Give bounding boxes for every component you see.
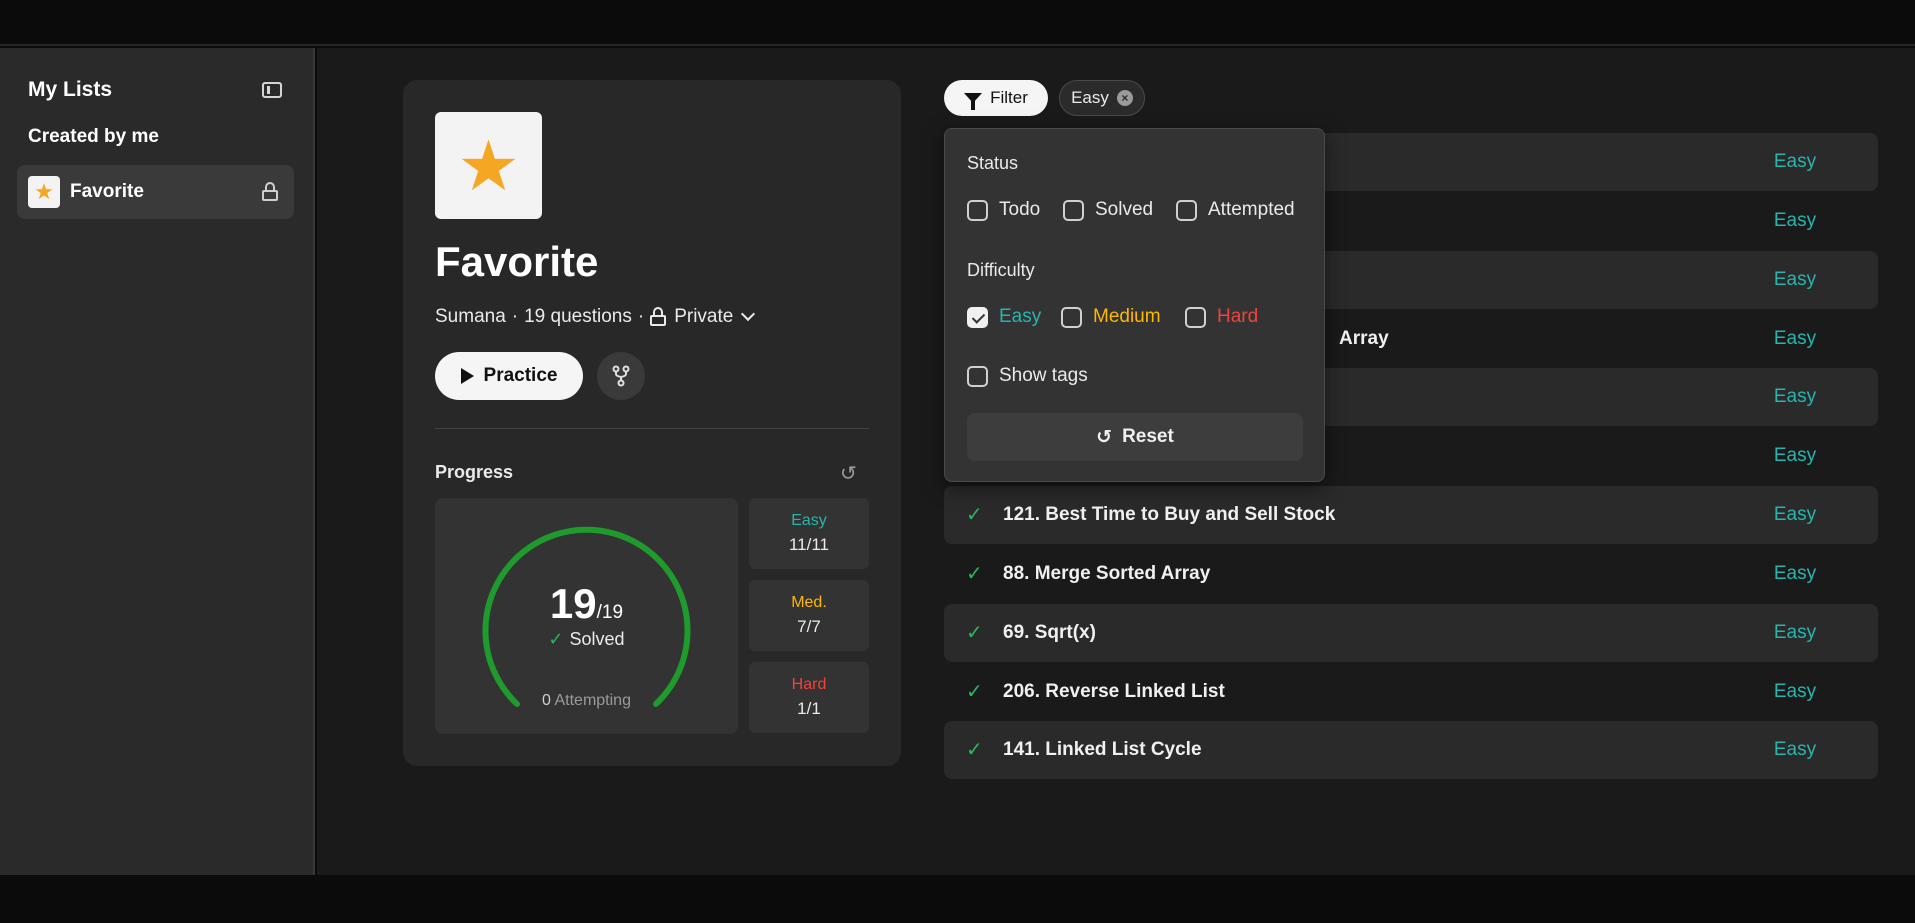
star-icon: ★ [28,176,60,208]
list-title: Favorite [435,238,599,285]
check-icon: ✓ [548,629,564,649]
solved-number: 19 [549,580,597,627]
stat-hard: Hard 1/1 [749,662,869,733]
filter-label: Filter [990,88,1028,107]
problem-title: 206. Reverse Linked List [1003,681,1225,702]
stat-easy-label: Easy [791,512,827,529]
status-solved-checkbox[interactable]: Solved [1063,199,1153,221]
difficulty: Easy [1773,681,1817,702]
difficulty-easy-checkbox[interactable]: Easy [967,306,1041,328]
stat-easy-value: 11/11 [788,535,830,554]
problem-title: Array [1339,328,1389,349]
status-attempted-checkbox[interactable]: Attempted [1176,199,1295,221]
difficulty: Easy [1773,328,1817,349]
reset-button[interactable]: ↺ Reset [967,413,1303,461]
reset-label: Reset [1122,426,1174,447]
table-row[interactable]: ✓ 69. Sqrt(x) Easy [944,604,1878,662]
main-content: ★ Favorite Sumana · 19 questions · Priva… [317,48,1915,875]
problem-title: 88. Merge Sorted Array [1003,563,1211,584]
lock-icon [262,182,278,202]
checkbox[interactable] [1176,199,1197,221]
difficulty: Easy [1773,210,1817,231]
check-icon: ✓ [966,681,983,703]
difficulty: Easy [1773,386,1817,407]
show-tags-checkbox[interactable]: Show tags [967,365,1088,387]
check-icon: ✓ [966,622,983,644]
table-row[interactable]: ✓ 121. Best Time to Buy and Sell Stock E… [944,486,1878,544]
difficulty: Easy [1773,739,1817,760]
difficulty: Easy [1773,269,1817,290]
divider [435,428,869,429]
play-icon [460,368,474,384]
solved-total: /19 [596,602,624,623]
filter-dropdown: Status Todo Solved Attempted Difficulty … [944,128,1325,482]
table-row[interactable]: ✓ 206. Reverse Linked List Easy [944,663,1878,721]
status-heading: Status [967,153,1019,173]
practice-label: Practice [483,365,558,386]
chevron-down-icon [741,306,756,322]
solved-label: ✓ Solved [548,629,625,649]
list-star-icon: ★ [435,112,542,219]
filter-button[interactable]: Filter [944,80,1048,116]
sidebar: My Lists Created by me ★ Favorite [0,48,315,875]
fork-button[interactable] [597,352,645,400]
checkbox[interactable] [967,199,988,221]
stat-medium-label: Med. [791,594,827,611]
stat-easy: Easy 11/11 [749,498,869,569]
bottom-bar [0,875,1915,923]
solved-count: 19/19 [435,580,738,628]
checkbox[interactable] [1063,199,1084,221]
checkbox[interactable] [1185,306,1206,328]
problem-title: 141. Linked List Cycle [1003,739,1202,760]
check-icon: ✓ [966,739,983,761]
list-owner: Sumana [435,306,506,327]
difficulty: Easy [1773,445,1817,466]
chip-label: Easy [1071,88,1109,107]
list-meta: Sumana · 19 questions · Private [435,306,756,328]
table-row[interactable]: ✓ 141. Linked List Cycle Easy [944,721,1878,779]
difficulty-hard-checkbox[interactable]: Hard [1185,306,1258,328]
visibility-dropdown[interactable]: Private [650,306,756,328]
problem-title: 121. Best Time to Buy and Sell Stock [1003,504,1336,525]
sidebar-toggle-icon[interactable] [262,82,282,98]
difficulty: Easy [1773,151,1817,172]
difficulty-heading: Difficulty [967,260,1035,280]
problem-title: 69. Sqrt(x) [1003,622,1096,643]
top-bar [0,0,1915,46]
difficulty: Easy [1773,563,1817,584]
difficulty: Easy [1773,622,1817,643]
status-todo-checkbox[interactable]: Todo [967,199,1040,221]
sidebar-item-label: Favorite [70,181,144,202]
stat-hard-label: Hard [791,676,827,693]
fork-icon [612,365,630,387]
sidebar-title: My Lists [28,78,113,101]
difficulty-medium-checkbox[interactable]: Medium [1061,306,1161,328]
close-icon[interactable]: × [1116,90,1133,106]
practice-button[interactable]: Practice [435,352,583,400]
stat-medium-value: 7/7 [797,617,821,636]
check-icon: ✓ [966,504,983,526]
question-count: 19 questions [524,306,632,327]
progress-ring-panel: 19/19 ✓ Solved 0 Attempting [435,498,738,734]
active-filter-chip[interactable]: Easy × [1059,80,1145,116]
table-row[interactable]: ✓ 88. Merge Sorted Array Easy [944,545,1878,603]
check-icon: ✓ [966,563,983,585]
difficulty: Easy [1773,504,1817,525]
filter-icon [964,93,983,110]
list-card: ★ Favorite Sumana · 19 questions · Priva… [403,80,901,766]
lock-icon [650,307,667,327]
sidebar-item-favorite[interactable]: ★ Favorite [17,165,294,219]
attempting-label: 0 Attempting [542,692,631,709]
reset-progress-icon[interactable]: ↺ [840,461,857,486]
progress-label: Progress [435,462,514,482]
visibility-label: Private [674,306,734,327]
stat-hard-value: 1/1 [797,699,821,718]
reset-icon: ↺ [1096,426,1113,448]
checkbox[interactable] [1061,306,1082,328]
stat-medium: Med. 7/7 [749,580,869,651]
checkbox[interactable] [967,306,988,328]
checkbox[interactable] [967,365,988,387]
sidebar-section-heading: Created by me [28,126,159,147]
